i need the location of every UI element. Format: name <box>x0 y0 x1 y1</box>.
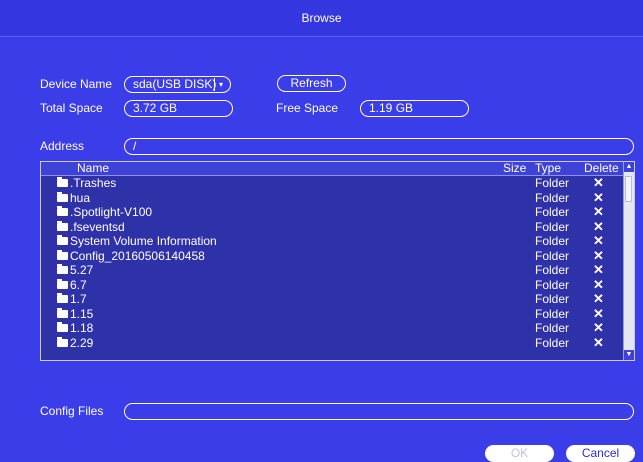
folder-icon <box>57 293 68 303</box>
delete-icon[interactable]: ✕ <box>593 277 604 293</box>
delete-icon[interactable]: ✕ <box>593 306 604 322</box>
delete-icon[interactable]: ✕ <box>593 233 604 249</box>
folder-icon <box>57 307 68 318</box>
config-files-input[interactable] <box>124 403 634 420</box>
delete-icon[interactable]: ✕ <box>593 320 604 336</box>
folder-icon <box>57 235 68 245</box>
delete-icon[interactable]: ✕ <box>593 262 604 278</box>
device-select-value: sda(USB DISK) <box>133 77 217 91</box>
scroll-up-icon[interactable]: ▲ <box>624 162 634 172</box>
delete-icon[interactable]: ✕ <box>593 219 604 235</box>
chevron-down-icon[interactable]: ▾ <box>214 78 227 91</box>
vertical-scrollbar[interactable]: ▲ ▼ <box>623 162 634 360</box>
device-name-label: Device Name <box>40 77 113 91</box>
device-select[interactable]: sda(USB DISK) ▾ <box>124 76 231 93</box>
file-type: Folder <box>535 219 570 234</box>
table-row[interactable]: hua Folder ✕ <box>41 190 624 206</box>
table-row[interactable]: Config_20160506140458 Folder ✕ <box>41 248 624 264</box>
delete-icon[interactable]: ✕ <box>593 175 604 191</box>
free-space-value: 1.19 GB <box>360 100 469 117</box>
file-name: 6.7 <box>70 277 87 292</box>
file-type: Folder <box>535 277 570 292</box>
scroll-down-icon[interactable]: ▼ <box>624 350 634 360</box>
file-name: 2.29 <box>70 335 94 350</box>
file-name: 1.18 <box>70 321 94 335</box>
total-space-value: 3.72 GB <box>124 100 233 117</box>
table-row[interactable]: 1.7 Folder ✕ <box>41 291 624 307</box>
file-type: Folder <box>535 205 570 219</box>
folder-icon <box>57 264 68 274</box>
delete-icon[interactable]: ✕ <box>593 190 604 206</box>
file-name: .Spotlight-V100 <box>70 205 153 219</box>
refresh-button[interactable]: Refresh <box>277 75 346 92</box>
file-type: Folder <box>535 234 570 248</box>
folder-icon <box>57 206 68 216</box>
table-row[interactable]: 5.27 Folder ✕ <box>41 262 624 278</box>
file-name: .Trashes <box>70 176 117 190</box>
file-name: 5.27 <box>70 263 94 277</box>
file-type: Folder <box>535 248 570 263</box>
folder-icon <box>57 177 68 187</box>
file-list: Name Size Type Delete .Trashes Folder ✕ … <box>40 161 635 361</box>
scrollbar-thumb[interactable] <box>625 176 632 202</box>
folder-icon <box>57 322 68 332</box>
table-row[interactable]: .Spotlight-V100 Folder ✕ <box>41 204 624 220</box>
file-name: Config_20160506140458 <box>70 248 205 263</box>
file-type: Folder <box>535 306 570 321</box>
free-space-label: Free Space <box>276 101 339 115</box>
address-input[interactable]: / <box>124 138 634 155</box>
file-type: Folder <box>535 321 570 335</box>
column-type[interactable]: Type <box>535 162 561 175</box>
file-name: 1.15 <box>70 306 94 321</box>
file-list-header: Name Size Type Delete <box>41 162 624 176</box>
dialog-title: Browse <box>0 0 643 37</box>
file-type: Folder <box>535 176 570 190</box>
file-name: System Volume Information <box>70 234 217 248</box>
file-type: Folder <box>535 263 570 277</box>
file-type: Folder <box>535 335 570 350</box>
folder-icon <box>57 336 68 347</box>
table-row[interactable]: 6.7 Folder ✕ <box>41 277 624 293</box>
table-row[interactable]: System Volume Information Folder ✕ <box>41 233 624 249</box>
file-type: Folder <box>535 190 570 205</box>
total-space-label: Total Space <box>40 101 103 115</box>
delete-icon[interactable]: ✕ <box>593 248 604 264</box>
table-row[interactable]: .fseventsd Folder ✕ <box>41 219 624 235</box>
table-row[interactable]: 1.18 Folder ✕ <box>41 320 624 336</box>
file-name: hua <box>70 190 91 205</box>
column-delete[interactable]: Delete <box>584 162 619 175</box>
folder-icon <box>57 278 68 289</box>
column-name[interactable]: Name <box>77 162 109 175</box>
table-row[interactable]: 1.15 Folder ✕ <box>41 306 624 322</box>
folder-icon <box>57 191 68 202</box>
address-label: Address <box>40 139 85 153</box>
delete-icon[interactable]: ✕ <box>593 335 604 351</box>
folder-icon <box>57 220 68 231</box>
table-row[interactable]: .Trashes Folder ✕ <box>41 175 624 191</box>
file-type: Folder <box>535 292 570 306</box>
file-name: 1.7 <box>70 292 87 306</box>
ok-button[interactable]: OK <box>485 445 554 462</box>
file-name: .fseventsd <box>70 219 125 234</box>
delete-icon[interactable]: ✕ <box>593 291 604 307</box>
file-rows: .Trashes Folder ✕ hua Folder ✕ .Spotligh… <box>41 175 624 351</box>
table-row[interactable]: 2.29 Folder ✕ <box>41 335 624 351</box>
delete-icon[interactable]: ✕ <box>593 204 604 220</box>
folder-icon <box>57 249 68 260</box>
config-files-label: Config Files <box>40 404 104 418</box>
column-size[interactable]: Size <box>503 162 526 175</box>
cancel-button[interactable]: Cancel <box>566 445 635 462</box>
